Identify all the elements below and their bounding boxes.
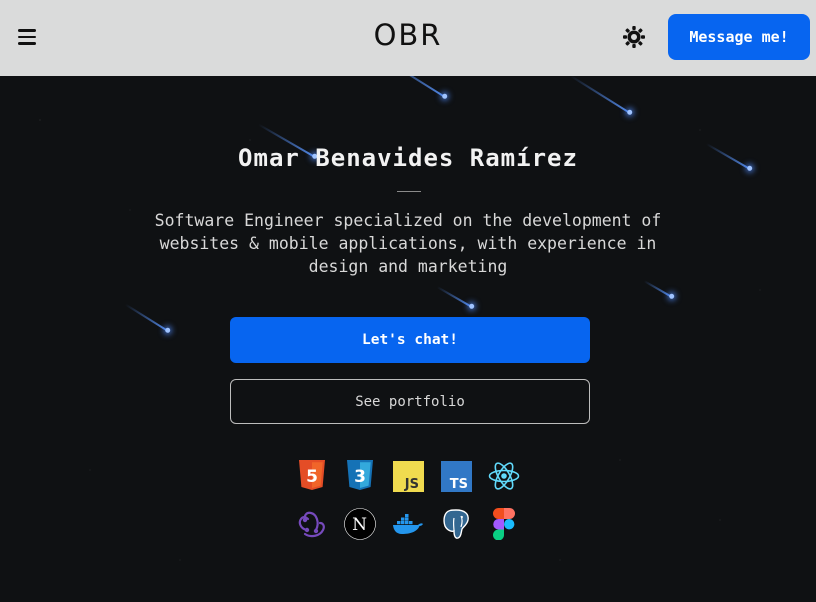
see-portfolio-button[interactable]: See portfolio bbox=[230, 379, 590, 424]
html5-icon: 5 bbox=[296, 459, 328, 493]
message-me-button[interactable]: Message me! bbox=[668, 14, 810, 60]
shooting-star bbox=[570, 75, 631, 114]
docker-icon bbox=[392, 507, 424, 541]
hero-name: Omar Benavides Ramírez bbox=[238, 144, 578, 172]
figma-icon bbox=[488, 507, 520, 541]
css3-icon: 3 bbox=[344, 459, 376, 493]
typescript-label: TS bbox=[449, 477, 467, 492]
shooting-star bbox=[125, 303, 169, 332]
theme-toggle-sun-icon[interactable] bbox=[620, 23, 648, 51]
shooting-star bbox=[643, 280, 673, 298]
divider bbox=[397, 191, 421, 192]
typescript-icon: TS bbox=[440, 459, 472, 493]
react-icon bbox=[488, 459, 520, 493]
lets-chat-button[interactable]: Let's chat! bbox=[230, 317, 590, 363]
tech-stack-row: 5 3 JS TS bbox=[0, 459, 816, 493]
javascript-label: JS bbox=[403, 477, 418, 492]
css3-label: 3 bbox=[354, 467, 366, 487]
hero-tagline: Software Engineer specialized on the dev… bbox=[154, 211, 662, 276]
nextjs-label: N bbox=[352, 515, 367, 535]
logo-text[interactable]: OBR bbox=[374, 18, 443, 52]
postgresql-icon bbox=[440, 507, 472, 541]
html5-label: 5 bbox=[306, 467, 318, 487]
redux-icon bbox=[296, 507, 328, 541]
tech-stack-row: N bbox=[0, 507, 816, 541]
site-header: OBR Message me! bbox=[0, 0, 816, 76]
javascript-icon: JS bbox=[392, 459, 424, 493]
hamburger-menu-icon[interactable] bbox=[14, 26, 40, 48]
nextjs-icon: N bbox=[344, 507, 376, 541]
shooting-star bbox=[436, 286, 473, 308]
